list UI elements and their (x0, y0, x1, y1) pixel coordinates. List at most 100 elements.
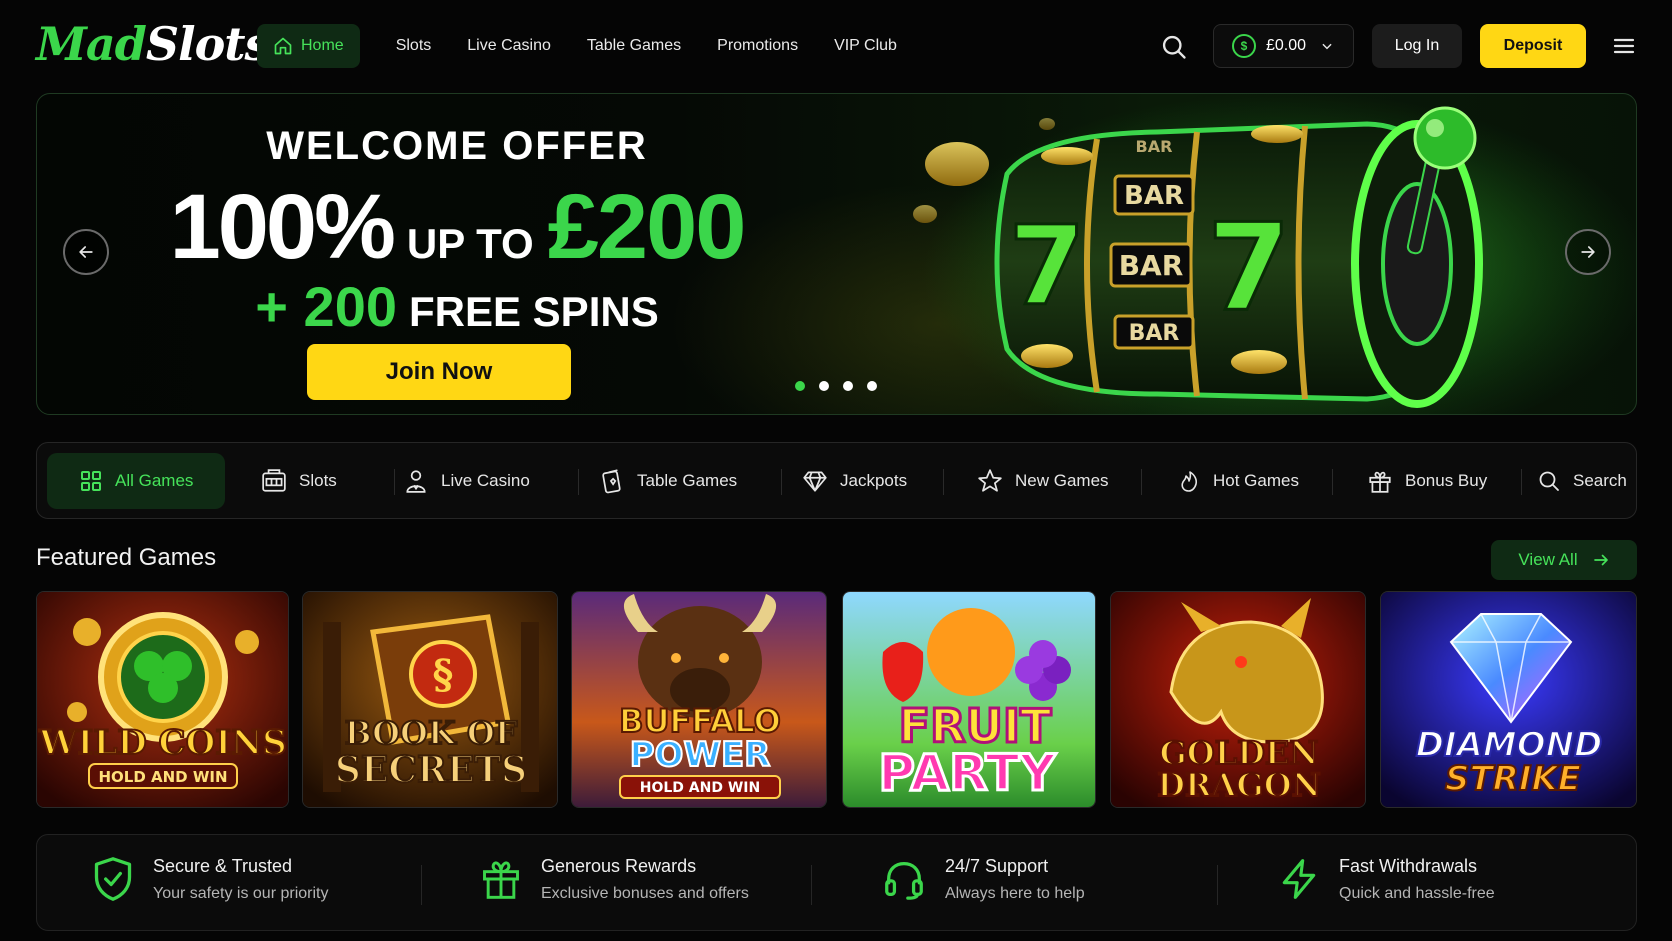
balance-amount: £0.00 (1266, 37, 1307, 54)
category-divider (943, 469, 944, 495)
feature-subtitle: Your safety is our priority (153, 884, 329, 902)
balance-dropdown[interactable]: $ £0.00 (1213, 24, 1354, 68)
headset-icon (885, 862, 923, 900)
nav-promotions[interactable]: Promotions (699, 24, 816, 68)
hero-amount: £200 (547, 176, 747, 278)
feature-support: 24/7 Support Always here to help (881, 855, 1085, 903)
carousel-dot-4[interactable] (867, 381, 877, 391)
game-card-diamond-strike[interactable]: DIAMOND STRIKE (1380, 591, 1637, 808)
arrow-left-icon (79, 246, 93, 258)
buffalo-power-artwork: BUFFALO POWER HOLD AND WIN (572, 592, 826, 807)
gift-icon (483, 861, 519, 899)
nav-vip-club[interactable]: VIP Club (816, 24, 915, 68)
game-card-wild-coins[interactable]: WILD COINS HOLD AND WIN (36, 591, 289, 808)
feature-title: Generous Rewards (541, 855, 697, 876)
fruit-party-artwork: FRUIT PARTY (843, 592, 1095, 807)
slot-machine-icon (262, 469, 286, 492)
category-live-casino[interactable]: Live Casino (403, 453, 530, 509)
reel-symbol-bar-top-edge: BAR (1136, 137, 1173, 156)
category-new-games[interactable]: New Games (977, 453, 1109, 509)
diamond-strike-artwork: DIAMOND STRIKE (1381, 592, 1636, 807)
dealer-icon (406, 470, 426, 493)
category-divider (578, 469, 579, 495)
view-all-label: View All (1518, 550, 1578, 569)
feature-subtitle: Quick and hassle-free (1339, 884, 1495, 902)
game-card-golden-dragon[interactable]: GOLDEN DRAGON (1110, 591, 1366, 808)
game-card-book-of-secrets[interactable]: § BOOK OF SECRETS (302, 591, 558, 808)
carousel-next-button[interactable] (1565, 229, 1611, 275)
feature-withdrawals: Fast Withdrawals Quick and hassle-free (1277, 855, 1495, 903)
category-label: Hot Games (1213, 471, 1299, 490)
nav-slots[interactable]: Slots (378, 24, 450, 68)
game-card-buffalo-power[interactable]: BUFFALO POWER HOLD AND WIN (571, 591, 827, 808)
category-jackpots[interactable]: Jackpots (802, 453, 907, 509)
lightning-icon (1282, 859, 1316, 899)
join-now-button[interactable]: Join Now (307, 344, 571, 400)
diamond-icon (803, 471, 827, 492)
hero-offer-line: 100% UP TO £200 (157, 175, 757, 280)
category-table-games[interactable]: Table Games (599, 453, 737, 509)
game-title-line1: WILD COINS (38, 723, 287, 763)
feature-subtitle: Always here to help (945, 884, 1085, 902)
logo-part-slots: Slots (145, 17, 271, 71)
feature-rewards: Generous Rewards Exclusive bonuses and o… (479, 855, 749, 903)
main-nav: Home Slots Live Casino Table Games Promo… (257, 24, 915, 68)
featured-games-heading: Featured Games (36, 544, 217, 571)
nav-table-games[interactable]: Table Games (569, 24, 699, 68)
game-category-bar: All Games Slots Live Casino Table Games … (36, 442, 1637, 519)
wild-coins-artwork: WILD COINS HOLD AND WIN (37, 592, 288, 807)
feature-title: Secure & Trusted (153, 855, 293, 876)
flame-icon (1181, 471, 1198, 492)
hamburger-menu-icon[interactable] (1612, 34, 1636, 58)
nav-home[interactable]: Home (257, 24, 360, 68)
category-divider (1141, 469, 1142, 495)
game-title-line2: HOLD AND WIN (98, 768, 227, 786)
site-header: Mad Slots Home Slots Live Casino Table Ga… (0, 0, 1672, 90)
carousel-dot-3[interactable] (843, 381, 853, 391)
hero-up-to: UP TO (406, 220, 534, 267)
reel-symbol-seven-right: 7 (1207, 199, 1291, 338)
carousel-dot-1[interactable] (795, 381, 805, 391)
view-all-button[interactable]: View All (1491, 540, 1637, 580)
book-emblem-icon: § (433, 651, 454, 698)
deposit-button[interactable]: Deposit (1480, 24, 1586, 68)
arrow-right-icon (1593, 554, 1608, 566)
feature-subtitle: Exclusive bonuses and offers (541, 884, 749, 902)
search-icon (1539, 471, 1559, 491)
category-divider (781, 469, 782, 495)
arrow-right-icon (1581, 246, 1595, 258)
chevron-down-icon (1322, 43, 1332, 50)
game-title-line1: BOOK OF (345, 714, 518, 752)
hero-percent: 100% (169, 176, 396, 278)
category-label: New Games (1015, 471, 1109, 490)
reel-symbol-bar-middle: BAR (1119, 249, 1184, 282)
feature-title: 24/7 Support (945, 855, 1049, 876)
category-search[interactable]: Search (1537, 453, 1627, 509)
login-button[interactable]: Log In (1372, 24, 1462, 68)
category-label: Jackpots (840, 471, 908, 490)
carousel-prev-button[interactable] (63, 229, 109, 275)
feature-divider (421, 865, 422, 905)
site-logo[interactable]: Mad Slots (36, 14, 271, 74)
hero-spins-text: FREE SPINS (408, 288, 659, 335)
carousel-dot-2[interactable] (819, 381, 829, 391)
game-title-line2: SECRETS (335, 749, 527, 791)
search-icon[interactable] (1160, 33, 1188, 61)
game-title-line2: DRAGON (1157, 766, 1321, 804)
game-title-line2: POWER (630, 735, 771, 775)
home-icon (274, 37, 292, 55)
nav-live-casino[interactable]: Live Casino (449, 24, 569, 68)
game-title-line2: STRIKE (1445, 759, 1581, 799)
reel-symbol-seven-left: 7 (1009, 202, 1086, 330)
category-all-games[interactable]: All Games (47, 453, 226, 509)
category-slots[interactable]: Slots (261, 453, 337, 509)
category-label: All Games (115, 471, 194, 490)
feature-secure: Secure & Trusted Your safety is our prio… (91, 855, 328, 903)
hero-spins-count: + 200 (255, 275, 397, 338)
logo-part-mad: Mad (36, 17, 147, 71)
game-card-fruit-party[interactable]: FRUIT PARTY (842, 591, 1096, 808)
category-hot-games[interactable]: Hot Games (1177, 453, 1299, 509)
hero-offer-text: WELCOME OFFER 100% UP TO £200 + 200 FREE… (157, 124, 757, 339)
feature-title: Fast Withdrawals (1339, 855, 1478, 876)
category-bonus-buy[interactable]: Bonus Buy (1367, 453, 1487, 509)
